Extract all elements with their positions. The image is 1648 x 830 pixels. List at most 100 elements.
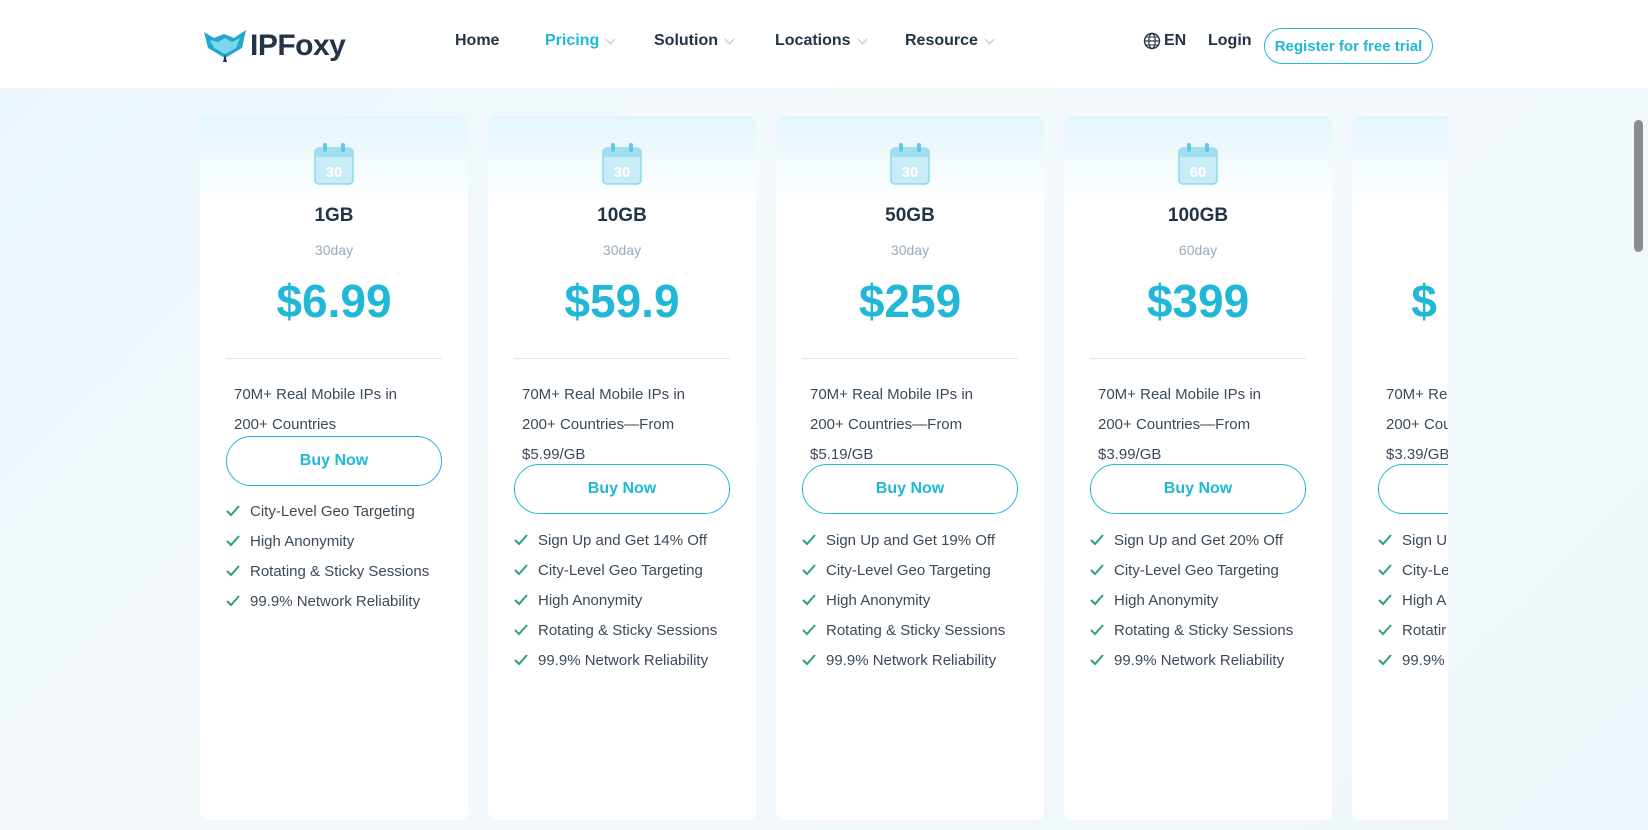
- feature-label: City-Le: [1402, 561, 1448, 579]
- check-icon: [226, 535, 240, 547]
- check-icon: [1378, 624, 1392, 636]
- plan-description: 70M+ Re 200+ Cou $3.39/GB: [1386, 380, 1448, 470]
- divider: [802, 358, 1018, 359]
- page-scrollbar[interactable]: [1634, 120, 1643, 252]
- check-icon: [226, 565, 240, 577]
- language-selector[interactable]: EN: [1143, 32, 1186, 50]
- nav-solution-label: Solution: [654, 32, 718, 49]
- plan-size: 1GB: [314, 205, 354, 226]
- divider: [514, 358, 730, 359]
- feature-label: City-Level Geo Targeting: [538, 561, 703, 579]
- pricing-cards: 30 1GB 30day $6.99 70M+ Real Mobile IPs …: [200, 116, 1448, 830]
- check-icon: [514, 624, 528, 636]
- ipfoxy-logo[interactable]: IPFoxy: [202, 26, 346, 66]
- chevron-down-icon: [984, 34, 995, 44]
- fox-logo-icon: [204, 30, 246, 62]
- nav-resource-label: Resource: [905, 32, 978, 49]
- buy-now-button[interactable]: Buy Now: [226, 436, 442, 486]
- divider: [226, 358, 442, 359]
- check-icon: [514, 534, 528, 546]
- check-icon: [802, 654, 816, 666]
- feature-item: City-Le: [1378, 555, 1448, 585]
- calendar-icon: 60: [1178, 143, 1218, 185]
- plan-duration: 60day: [1178, 242, 1218, 258]
- plan-duration: 30day: [890, 242, 930, 258]
- feature-item: Rotating & Sticky Sessions: [802, 615, 1032, 645]
- plan-price: $6.99: [276, 275, 392, 327]
- feature-item: City-Level Geo Targeting: [226, 496, 456, 526]
- plan-description: 70M+ Real Mobile IPs in 200+ Countries—F…: [810, 380, 1020, 470]
- plan-size: 50GB: [885, 205, 935, 226]
- login-link[interactable]: Login: [1208, 32, 1252, 50]
- feature-label: High Anonymity: [1114, 591, 1219, 609]
- feature-list: Sign Up and Get 19% Off City-Level Geo T…: [802, 525, 1032, 675]
- buy-now-button[interactable]: Buy Now: [802, 464, 1018, 514]
- plan-size: 10GB: [597, 205, 647, 226]
- feature-item: Sign Up and Get 14% Off: [514, 525, 744, 555]
- feature-label: 99.9% Network Reliability: [1114, 651, 1285, 669]
- buy-now-button[interactable]: [1378, 464, 1448, 514]
- plan-price: $259: [858, 275, 962, 327]
- feature-label: Rotating & Sticky Sessions: [1114, 621, 1294, 639]
- nav-solution[interactable]: Solution: [654, 32, 735, 50]
- check-icon: [226, 595, 240, 607]
- check-icon: [1378, 564, 1392, 576]
- language-label: EN: [1164, 32, 1187, 49]
- feature-label: Sign Up and Get 20% Off: [1114, 531, 1283, 549]
- feature-item: Rotating & Sticky Sessions: [1090, 615, 1320, 645]
- plan-duration: 30day: [314, 242, 354, 258]
- plan-size: 100GB: [1167, 205, 1229, 226]
- nav-locations-label: Locations: [775, 32, 851, 49]
- calendar-number: 30: [614, 164, 631, 181]
- nav-pricing-label: Pricing: [545, 32, 600, 49]
- feature-item: High Anonymity: [514, 585, 744, 615]
- nav-home-label: Home: [455, 32, 500, 49]
- feature-item: 99.9% Network Reliability: [226, 586, 456, 616]
- chevron-down-icon: [724, 34, 735, 44]
- feature-item: Rotating & Sticky Sessions: [514, 615, 744, 645]
- check-icon: [1090, 624, 1104, 636]
- plan-card-50gb: 30 50GB 30day $259 70M+ Real Mobile IPs …: [776, 116, 1044, 820]
- feature-list: Sign U City-Le High A Rotatir 99.9%: [1378, 525, 1448, 675]
- description-line: 70M+ Real Mobile IPs in: [234, 386, 397, 403]
- description-line: 200+ Cou: [1386, 416, 1448, 433]
- calendar-icon: 30: [890, 143, 930, 185]
- feature-label: 99.9% Network Reliability: [826, 651, 997, 669]
- description-line: 70M+ Real Mobile IPs in: [1098, 386, 1261, 403]
- feature-label: Rotating & Sticky Sessions: [826, 621, 1006, 639]
- register-button[interactable]: Register for free trial: [1264, 28, 1433, 64]
- feature-label: Sign Up and Get 19% Off: [826, 531, 995, 549]
- feature-list: City-Level Geo Targeting High Anonymity …: [226, 496, 456, 616]
- feature-item: Sign Up and Get 19% Off: [802, 525, 1032, 555]
- feature-label: High Anonymity: [538, 591, 643, 609]
- check-icon: [226, 505, 240, 517]
- feature-label: 99.9% Network Reliability: [250, 592, 421, 610]
- feature-item: 99.9% Network Reliability: [802, 645, 1032, 675]
- check-icon: [514, 564, 528, 576]
- feature-label: Rotating & Sticky Sessions: [538, 621, 718, 639]
- buy-now-button[interactable]: Buy Now: [1090, 464, 1306, 514]
- feature-item: City-Level Geo Targeting: [802, 555, 1032, 585]
- calendar-number: 30: [326, 164, 343, 181]
- feature-item: High Anonymity: [1090, 585, 1320, 615]
- calendar-number: 30: [902, 164, 919, 181]
- calendar-number: 60: [1190, 164, 1207, 181]
- feature-item: City-Level Geo Targeting: [514, 555, 744, 585]
- nav-home[interactable]: Home: [455, 32, 499, 50]
- feature-item: High Anonymity: [226, 526, 456, 556]
- nav-locations[interactable]: Locations: [775, 32, 868, 50]
- plan-price: $: [1411, 275, 1437, 327]
- feature-item: Sign Up and Get 20% Off: [1090, 525, 1320, 555]
- feature-label: Sign U: [1402, 531, 1448, 549]
- feature-label: High A: [1402, 591, 1447, 609]
- nav-resource[interactable]: Resource: [905, 32, 995, 50]
- plan-description: 70M+ Real Mobile IPs in 200+ Countries—F…: [522, 380, 732, 470]
- feature-label: High Anonymity: [250, 532, 355, 550]
- nav-pricing[interactable]: Pricing: [545, 32, 616, 50]
- feature-label: Sign Up and Get 14% Off: [538, 531, 707, 549]
- buy-now-button[interactable]: Buy Now: [514, 464, 730, 514]
- feature-label: Rotatir: [1402, 621, 1447, 639]
- feature-label: Rotating & Sticky Sessions: [250, 562, 430, 580]
- feature-label: City-Level Geo Targeting: [1114, 561, 1279, 579]
- feature-item: 99.9%: [1378, 645, 1448, 675]
